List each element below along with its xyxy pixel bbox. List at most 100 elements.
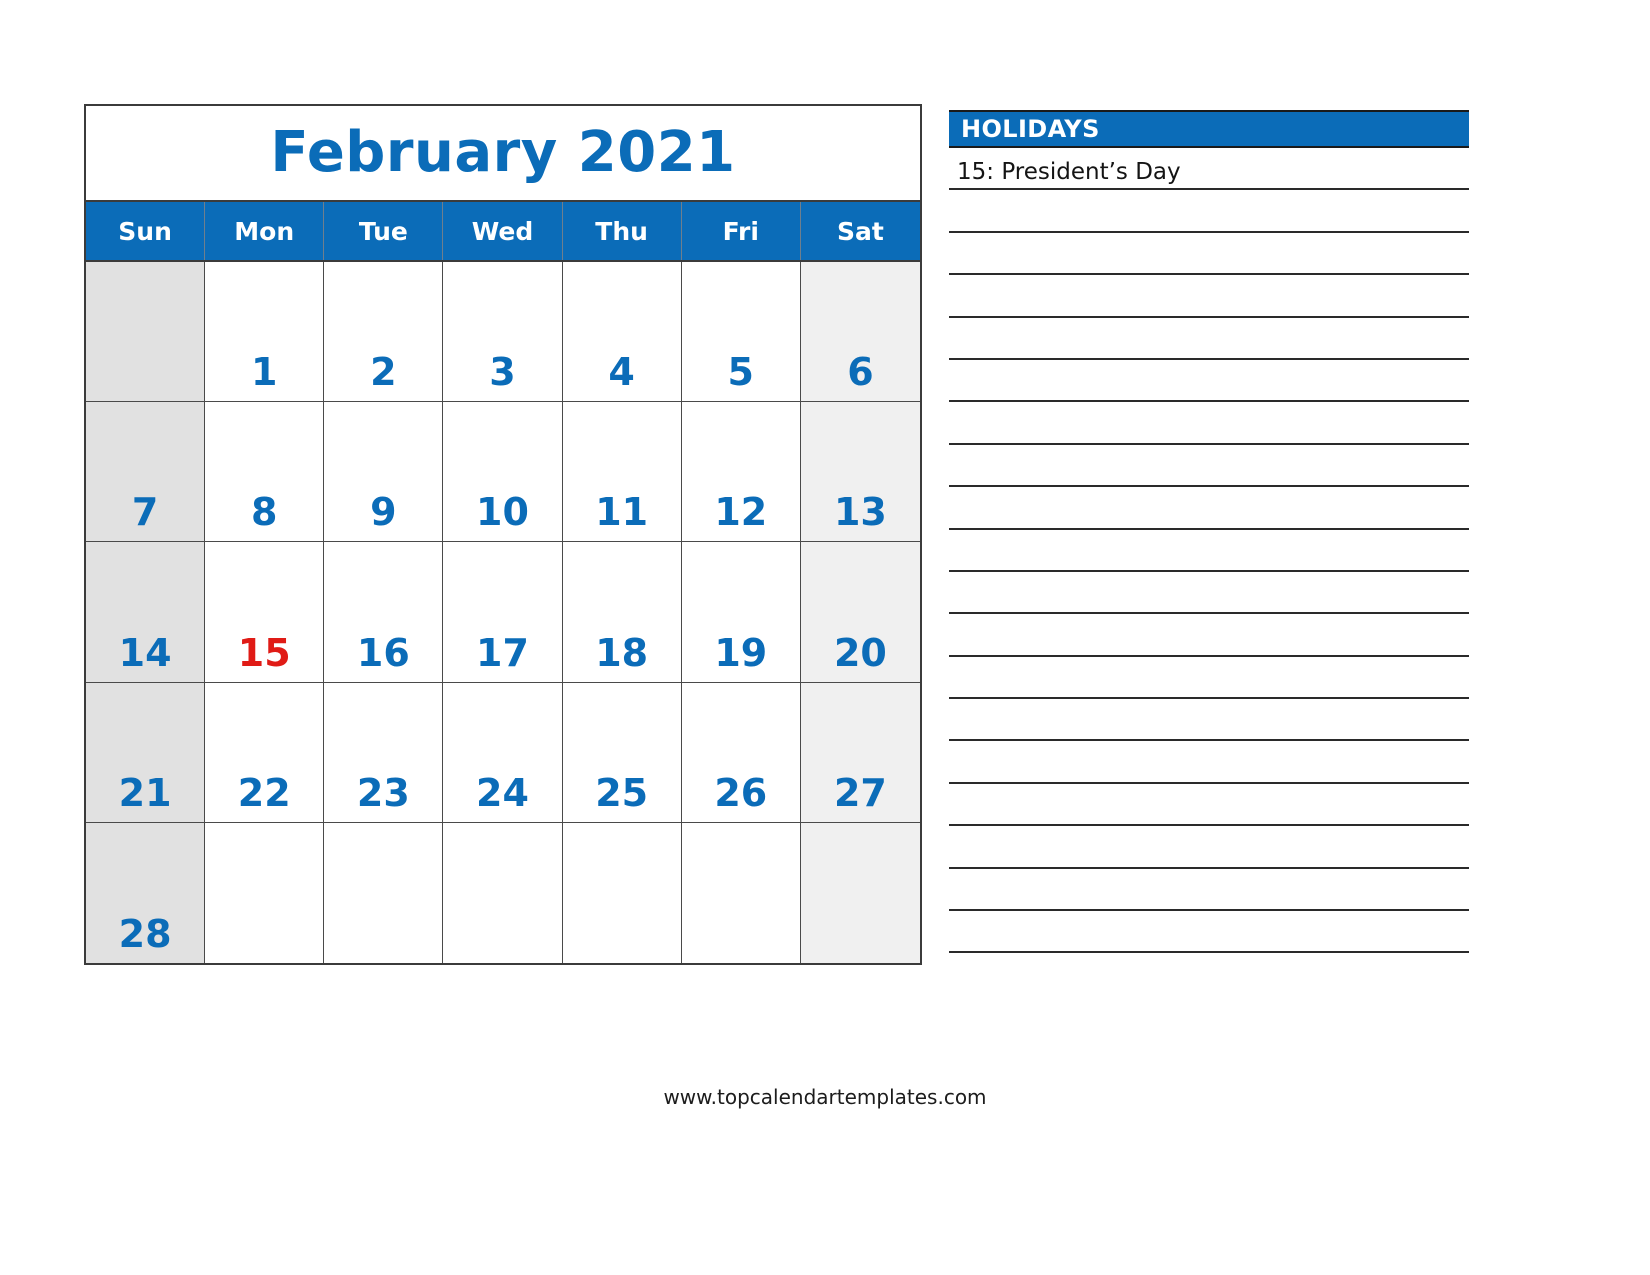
date-cell-8[interactable]: 8 — [205, 402, 325, 543]
date-cell-24[interactable]: 24 — [443, 682, 563, 823]
date-number: 5 — [727, 350, 754, 395]
calendar-grid-container: February 2021 Sun Mon Tue Wed Thu Fri Sat 1234… — [84, 104, 922, 965]
date-number: 25 — [595, 770, 649, 815]
date-cell-1[interactable]: 1 — [205, 262, 325, 403]
date-cell-21[interactable]: 21 — [86, 682, 206, 823]
date-cell-empty — [681, 822, 801, 963]
holiday-blank-line[interactable] — [949, 784, 1469, 827]
weekday-label: Fri — [722, 216, 759, 246]
date-number: 24 — [476, 770, 529, 815]
weekday-header-wed: Wed — [443, 202, 563, 260]
holiday-blank-line[interactable] — [949, 911, 1469, 954]
weekday-label: Wed — [471, 216, 534, 246]
holidays-title: HOLIDAYS — [961, 115, 1100, 143]
date-number: 20 — [833, 630, 887, 675]
holiday-entry[interactable]: 15: President’s Day — [949, 148, 1469, 191]
holiday-blank-line[interactable] — [949, 190, 1469, 233]
date-cell-26[interactable]: 26 — [681, 682, 801, 823]
weekday-label: Thu — [595, 216, 648, 246]
date-cell-13[interactable]: 13 — [800, 402, 920, 543]
date-cell-11[interactable]: 11 — [562, 402, 682, 543]
date-number: 26 — [714, 770, 768, 815]
date-cell-empty — [86, 262, 206, 403]
holiday-blank-line[interactable] — [949, 869, 1469, 912]
holiday-blank-line[interactable] — [949, 826, 1469, 869]
date-cell-empty — [800, 822, 920, 963]
date-number: 6 — [847, 350, 874, 395]
holiday-blank-line[interactable] — [949, 657, 1469, 700]
date-cell-15[interactable]: 15 — [205, 542, 325, 683]
holidays-lines: 15: President’s Day — [949, 148, 1469, 954]
date-cell-7[interactable]: 7 — [86, 402, 206, 543]
date-number: 7 — [131, 490, 159, 535]
date-cell-22[interactable]: 22 — [205, 682, 325, 823]
date-cell-6[interactable]: 6 — [800, 262, 920, 403]
date-cell-empty — [562, 822, 682, 963]
date-grid: 1 2 3 4 5 6 7 8 9 10 11 12 13 14 15 16 17 18 19 20 21 22 23 24 2… — [86, 260, 920, 963]
date-cell-3[interactable]: 3 — [443, 262, 563, 403]
date-cell-16[interactable]: 16 — [324, 542, 444, 683]
footer-url: www.topcalendartemplates.com — [663, 1085, 987, 1109]
holiday-blank-line[interactable] — [949, 445, 1469, 488]
date-number: 4 — [608, 350, 635, 395]
date-number: 21 — [118, 770, 172, 815]
date-cell-23[interactable]: 23 — [324, 682, 444, 823]
date-number: 23 — [356, 770, 410, 815]
date-cell-empty — [443, 822, 563, 963]
weekday-header-row: Sun Mon Tue Wed Thu Fri Sat — [86, 202, 920, 260]
date-number: 28 — [118, 911, 172, 956]
date-number: 13 — [833, 490, 887, 535]
holiday-blank-line[interactable] — [949, 699, 1469, 742]
calendar-page: February 2021 Sun Mon Tue Wed Thu Fri Sat 1234… — [0, 0, 1650, 1275]
date-cell-19[interactable]: 19 — [681, 542, 801, 683]
page-title: February 2021 — [270, 120, 736, 185]
date-cell-12[interactable]: 12 — [681, 402, 801, 543]
date-cell-empty — [205, 822, 325, 963]
holiday-blank-line[interactable] — [949, 402, 1469, 445]
date-cell-4[interactable]: 4 — [562, 262, 682, 403]
date-cell-25[interactable]: 25 — [562, 682, 682, 823]
weekday-label: Tue — [358, 216, 408, 246]
date-number: 2 — [370, 350, 397, 395]
date-number: 22 — [237, 770, 291, 815]
weekday-label: Sun — [118, 216, 172, 246]
date-number: 18 — [595, 630, 649, 675]
holiday-blank-line[interactable] — [949, 614, 1469, 657]
footer: www.topcalendartemplates.com — [0, 1085, 1650, 1109]
holiday-blank-line[interactable] — [949, 572, 1469, 615]
date-cell-28[interactable]: 28 — [86, 822, 206, 963]
month-title-bar: February 2021 — [86, 106, 920, 202]
date-number: 11 — [595, 490, 649, 535]
date-cell-27[interactable]: 27 — [800, 682, 920, 823]
date-cell-17[interactable]: 17 — [443, 542, 563, 683]
date-number: 15 — [237, 630, 291, 675]
weekday-label: Mon — [234, 216, 295, 246]
date-number: 27 — [833, 770, 887, 815]
date-cell-empty — [324, 822, 444, 963]
date-cell-18[interactable]: 18 — [562, 542, 682, 683]
date-number: 9 — [370, 490, 397, 535]
holiday-blank-line[interactable] — [949, 530, 1469, 572]
date-number: 19 — [714, 630, 768, 675]
date-number: 14 — [118, 630, 172, 675]
date-number: 17 — [476, 630, 529, 675]
weekday-label: Sat — [837, 216, 884, 246]
date-number: 12 — [714, 490, 768, 535]
holiday-blank-line[interactable] — [949, 360, 1469, 403]
date-cell-9[interactable]: 9 — [324, 402, 444, 543]
holiday-blank-line[interactable] — [949, 233, 1469, 276]
holidays-header: HOLIDAYS — [949, 110, 1469, 148]
holiday-blank-line[interactable] — [949, 318, 1469, 360]
date-cell-2[interactable]: 2 — [324, 262, 444, 403]
date-number: 8 — [250, 490, 278, 535]
holiday-blank-line[interactable] — [949, 487, 1469, 530]
date-cell-14[interactable]: 14 — [86, 542, 206, 683]
holiday-blank-line[interactable] — [949, 741, 1469, 784]
date-number: 16 — [356, 630, 410, 675]
date-cell-10[interactable]: 10 — [443, 402, 563, 543]
holidays-panel: HOLIDAYS 15: President’s Day — [949, 110, 1469, 965]
holiday-blank-line[interactable] — [949, 275, 1469, 318]
date-cell-5[interactable]: 5 — [681, 262, 801, 403]
date-cell-20[interactable]: 20 — [800, 542, 920, 683]
weekday-header-fri: Fri — [681, 202, 801, 260]
